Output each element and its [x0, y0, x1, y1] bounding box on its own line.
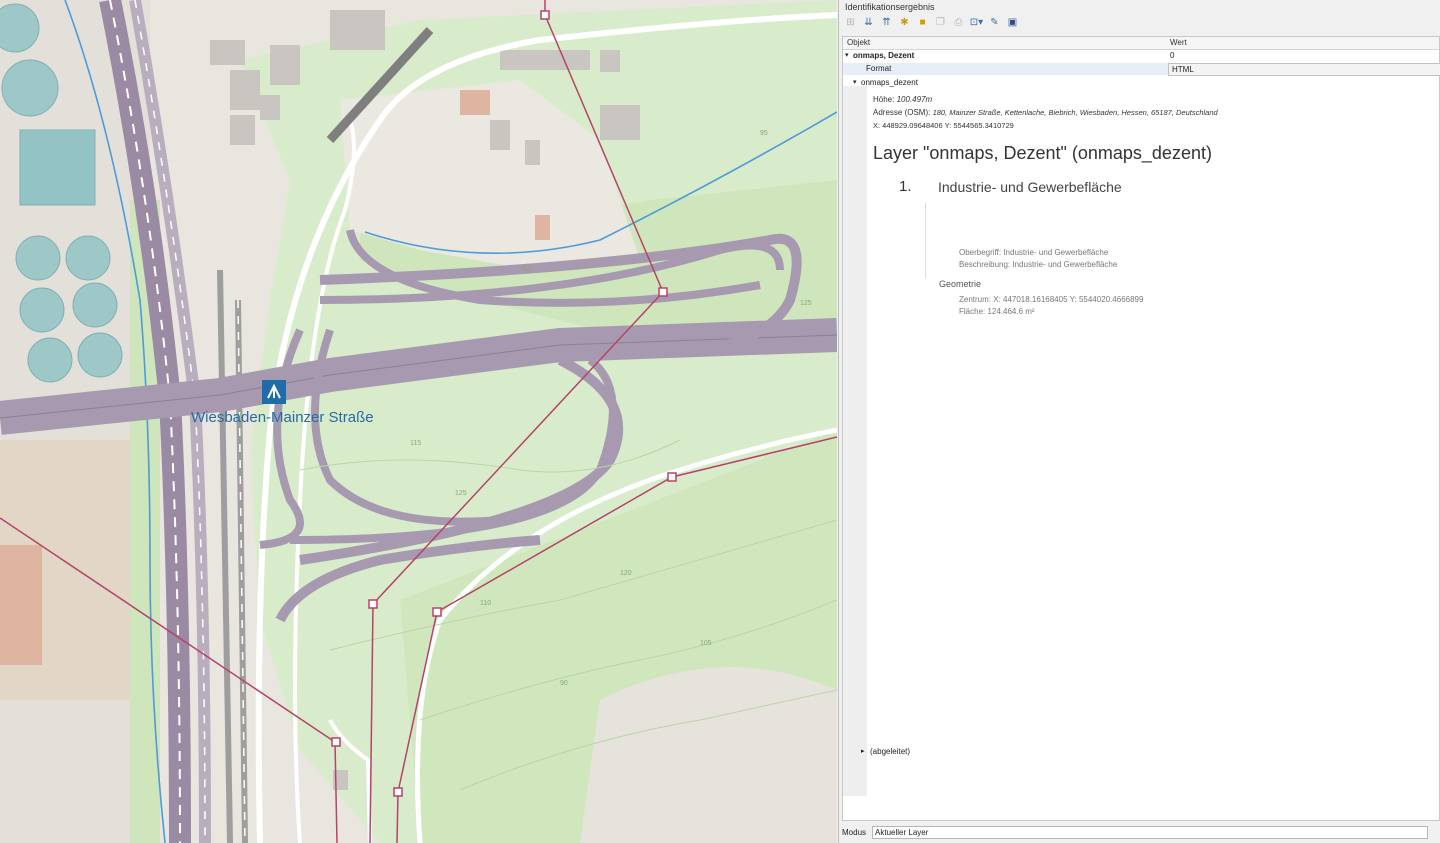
tree-row-format[interactable]: Format HTML — [843, 63, 1440, 76]
identify-results-panel: Identifikationsergebnis ⊞ ⇊ ⇈ ✱ ■ ❐ ⎙ ⊡▾… — [838, 0, 1440, 843]
layer-heading: Layer "onmaps, Dezent" (onmaps_dezent) — [873, 143, 1212, 163]
collapse-all-icon[interactable]: ⇈ — [879, 16, 894, 31]
item-number: 1. — [899, 178, 912, 195]
item-title: Industrie- und Gewerbefläche — [938, 179, 1122, 195]
copy-icon[interactable]: ❐ — [933, 16, 948, 31]
results-tree[interactable]: Objekt Wert ▾ onmaps, Dezent 0 Format HT… — [842, 36, 1440, 821]
contour-label: 125 — [800, 300, 812, 307]
panel-title: Identifikationsergebnis — [845, 2, 935, 12]
hoehe-label: Höhe: — [873, 95, 895, 104]
mode-label: Modus — [842, 828, 867, 837]
tree-row-group[interactable]: ▾ onmaps_dezent — [843, 77, 1439, 89]
expand-arrow-icon[interactable]: ▸ — [861, 747, 865, 755]
highlight-icon[interactable]: ■ — [915, 16, 930, 31]
contour-label: 115 — [520, 265, 532, 272]
tree-row-derived[interactable]: ▸ (abgeleitet) — [843, 746, 1439, 758]
contour-label: 115 — [410, 440, 422, 447]
html-result-content: Höhe: 100.497m Adresse (OSM): 180, Mainz… — [868, 93, 1431, 316]
tree-indent-gutter — [843, 86, 867, 796]
hoehe-value: 100.497m — [896, 95, 933, 104]
mode-value: Aktueller Layer — [875, 828, 929, 837]
contour-label: 90 — [560, 680, 568, 687]
adresse-value: 180, Mainzer Straße, Kettenlache, Biebri… — [932, 108, 1218, 117]
layer-name: onmaps, Dezent — [853, 51, 915, 60]
oberbegriff: Oberbegriff: Industrie- und Gewerbefläch… — [959, 248, 1109, 257]
header-wert[interactable]: Wert — [1170, 38, 1187, 47]
collapse-arrow-icon[interactable]: ▾ — [845, 51, 849, 59]
beschreibung: Beschreibung: Industrie- und Gewerbefläc… — [959, 260, 1118, 269]
help-icon[interactable]: ▣ — [1005, 16, 1020, 31]
geometrie-heading: Geometrie — [939, 279, 982, 289]
hoehe-line: Höhe: 100.497m — [873, 95, 932, 104]
expand-tree-icon[interactable]: ⊞ — [843, 16, 858, 31]
contour-label: 120 — [620, 570, 632, 577]
derived-label: (abgeleitet) — [870, 747, 911, 756]
print-icon[interactable]: ⎙ — [951, 16, 966, 31]
format-value: HTML — [1172, 65, 1194, 74]
flaeche: Fläche: 124.464.6 m² — [959, 307, 1035, 316]
map-drawing — [0, 0, 837, 843]
adresse-label: Adresse (OSM): — [873, 108, 931, 117]
identify-mode-icon[interactable]: ✎ — [987, 16, 1002, 31]
collapse-arrow-icon[interactable]: ▾ — [853, 78, 857, 86]
contour-label: 95 — [760, 130, 768, 137]
contour-label: 125 — [455, 490, 467, 497]
adresse-line: Adresse (OSM): 180, Mainzer Straße, Kett… — [873, 108, 1218, 117]
xy-line: X: 448929.09648406 Y: 5544565.3410729 — [873, 121, 1014, 130]
tree-row-layer[interactable]: ▾ onmaps, Dezent 0 — [843, 50, 1439, 62]
tree-header: Objekt Wert — [843, 37, 1439, 50]
interchange-label: Wiesbaden-Mainzer Straße — [191, 409, 374, 426]
zentrum: Zentrum: X: 447018.16168405 Y: 5544020.4… — [959, 295, 1144, 304]
map-canvas[interactable]: Wiesbaden-Mainzer Straße 125 120 115 110… — [0, 0, 837, 843]
expand-new-icon[interactable]: ✱ — [897, 16, 912, 31]
contour-label: 110 — [480, 600, 492, 607]
layer-value: 0 — [1170, 51, 1175, 60]
format-select[interactable]: HTML — [1168, 63, 1440, 76]
header-objekt[interactable]: Objekt — [847, 38, 870, 47]
group-name: onmaps_dezent — [861, 78, 918, 87]
expand-all-icon[interactable]: ⇊ — [861, 16, 876, 31]
mode-select[interactable]: Aktueller Layer — [872, 826, 1429, 839]
panel-toolbar: ⊞ ⇊ ⇈ ✱ ■ ❐ ⎙ ⊡▾ ✎ ▣ — [843, 15, 1020, 31]
item-divider — [925, 203, 926, 278]
contour-label: 105 — [700, 640, 712, 647]
format-label: Format — [866, 64, 892, 73]
mode-bar: Modus Aktueller Layer — [842, 825, 1440, 840]
select-features-icon[interactable]: ⊡▾ — [969, 16, 984, 31]
